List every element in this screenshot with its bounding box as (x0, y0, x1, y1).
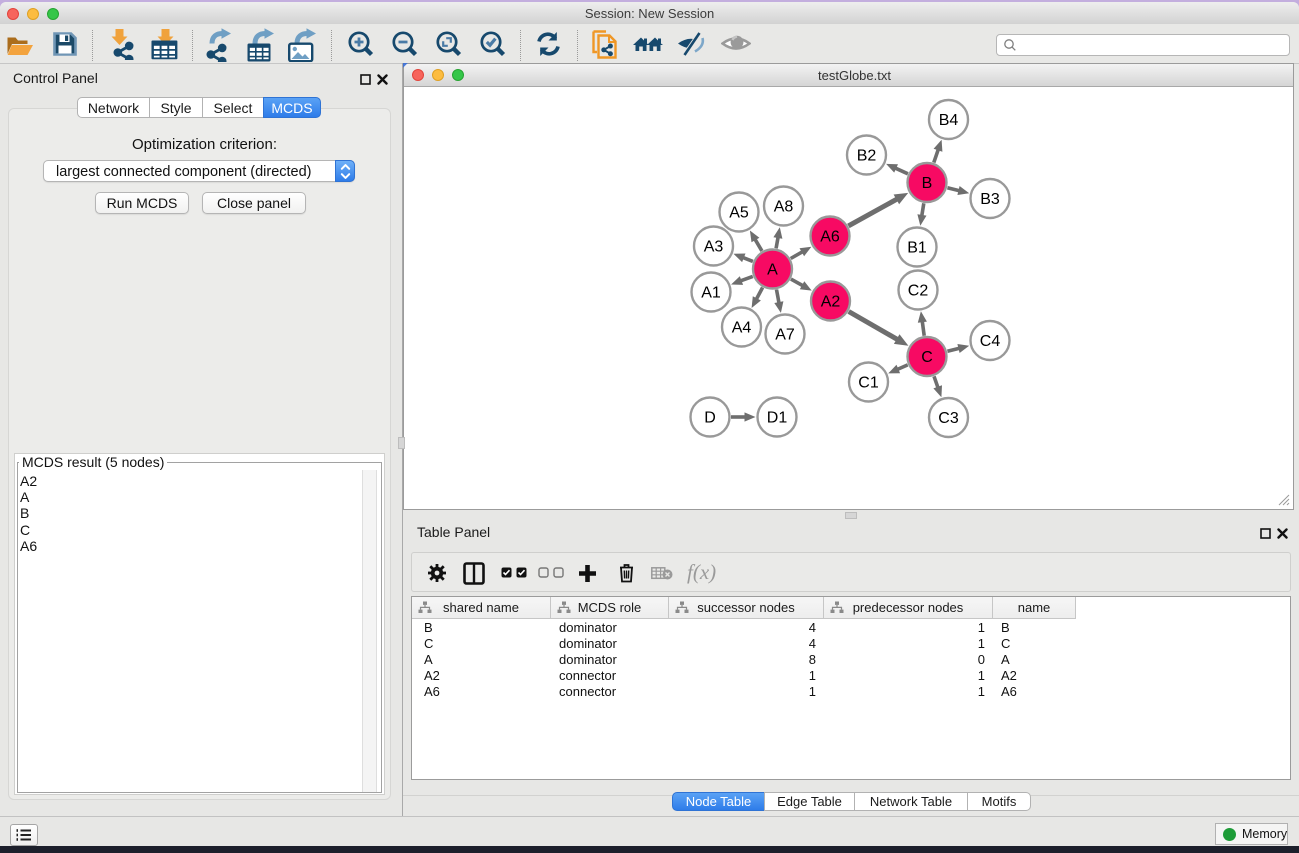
svg-text:B3: B3 (980, 191, 1000, 208)
svg-text:A8: A8 (774, 199, 794, 216)
svg-text:C: C (921, 349, 933, 366)
svg-text:B2: B2 (857, 148, 877, 165)
svg-text:A1: A1 (701, 285, 721, 302)
svg-text:A7: A7 (775, 327, 795, 344)
svg-text:A: A (767, 262, 778, 279)
svg-text:C1: C1 (858, 375, 879, 392)
svg-text:D: D (704, 410, 716, 427)
svg-text:B: B (922, 175, 933, 192)
svg-text:B4: B4 (939, 112, 959, 129)
svg-text:C4: C4 (980, 333, 1001, 350)
svg-text:A3: A3 (704, 239, 724, 256)
svg-text:A5: A5 (729, 205, 749, 222)
svg-text:A4: A4 (732, 320, 752, 337)
svg-text:C2: C2 (908, 283, 929, 300)
svg-text:B1: B1 (907, 240, 927, 257)
svg-text:D1: D1 (767, 410, 788, 427)
svg-text:A2: A2 (821, 294, 841, 311)
svg-text:C3: C3 (938, 410, 959, 427)
svg-text:A6: A6 (820, 229, 840, 246)
